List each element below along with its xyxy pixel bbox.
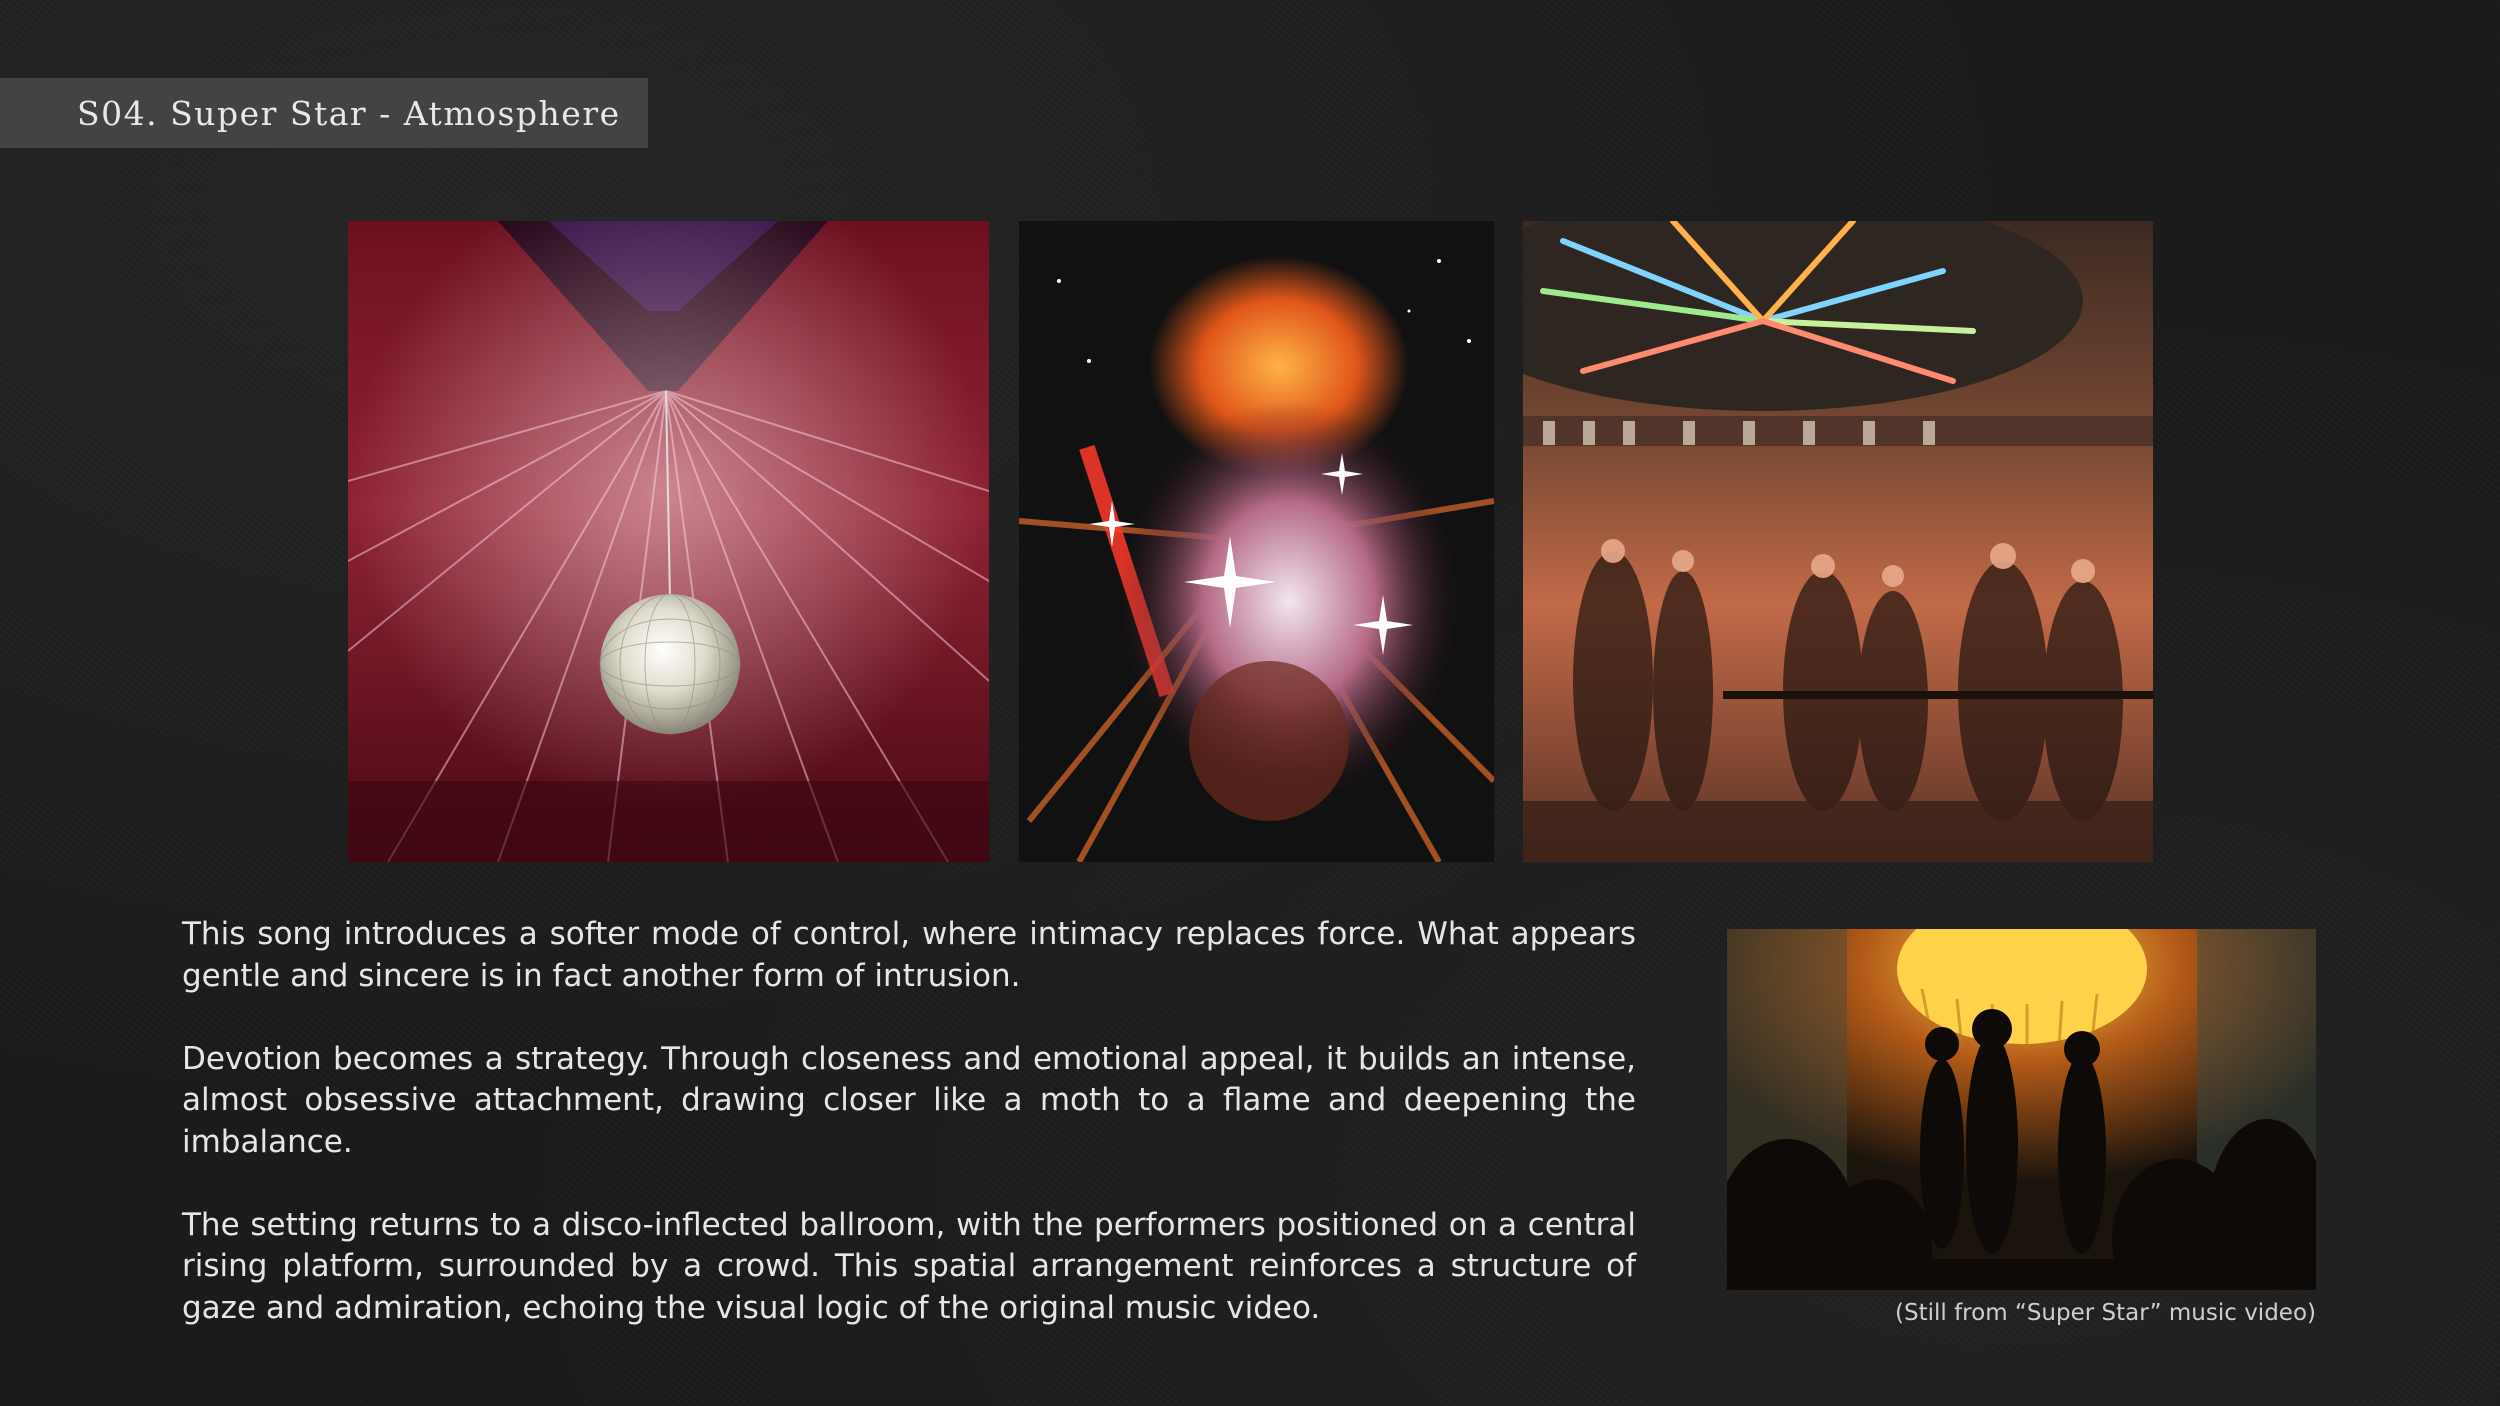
paragraph-1: This song introduces a softer mode of co… xyxy=(182,916,1636,994)
music-video-still xyxy=(1727,929,2316,1290)
slide-title: S04. Super Star - Atmosphere xyxy=(77,93,621,133)
paragraph-3: The setting returns to a disco-inflected… xyxy=(182,1206,1636,1326)
slide-title-bar: S04. Super Star - Atmosphere xyxy=(0,78,648,148)
photo-caption: (Still from “Super Star” music video) xyxy=(1895,1300,2316,1326)
ballroom-crowd-photo xyxy=(1523,221,2153,862)
paragraph-2: Devotion becomes a strategy. Through clo… xyxy=(182,1040,1636,1160)
body-text: This song introduces a softer mode of co… xyxy=(182,914,1636,1371)
disco-ball-tinsel-photo xyxy=(348,221,989,862)
disco-dancer-photo xyxy=(1019,221,1494,862)
